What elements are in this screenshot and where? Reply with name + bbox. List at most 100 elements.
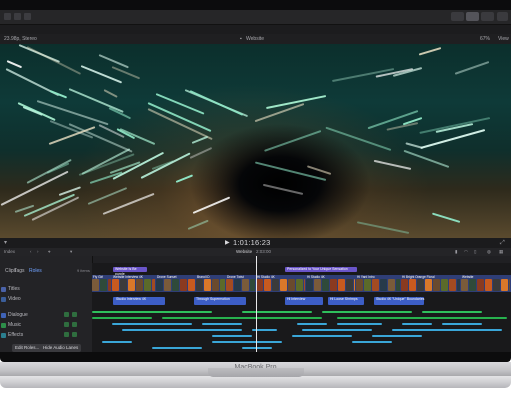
- audio-clip[interactable]: [442, 323, 482, 325]
- audio-clip[interactable]: [242, 311, 312, 313]
- snapping-icon[interactable]: ▯: [474, 248, 476, 256]
- audio-meter-icon[interactable]: ▮: [455, 248, 457, 256]
- storyline-clip[interactable]: Hi Studio 4K: [306, 275, 355, 292]
- clip-thumbnail: [180, 279, 187, 291]
- light-streak: [187, 219, 209, 231]
- primary-storyline[interactable]: Fly Girl Website Interview 4K Drone Sunset…: [92, 275, 511, 292]
- fullscreen-icon[interactable]: ⤢: [500, 238, 505, 248]
- hide-audio-lanes-button[interactable]: Hide Audio Lanes: [40, 344, 82, 352]
- audio-clip[interactable]: [102, 341, 132, 343]
- effects-lane-icon[interactable]: [72, 332, 77, 337]
- storyline-clip[interactable]: Drone Twist: [226, 275, 255, 292]
- playhead[interactable]: [256, 256, 257, 352]
- storyline-clip[interactable]: Hi Yard Intro: [356, 275, 400, 292]
- library-icon[interactable]: [4, 13, 11, 20]
- audio-clip[interactable]: [212, 335, 252, 337]
- light-streak: [119, 127, 155, 145]
- role-titles[interactable]: Titles: [8, 285, 20, 293]
- audio-clip[interactable]: [392, 329, 502, 331]
- index-button[interactable]: Index: [4, 248, 15, 256]
- headphones-icon[interactable]: ◠: [464, 248, 468, 256]
- audio-clip[interactable]: [337, 317, 507, 319]
- light-streak: [306, 164, 332, 175]
- photos-icon[interactable]: [14, 13, 21, 20]
- storyline-clip[interactable]: Website: [461, 275, 510, 292]
- audio-clip[interactable]: [112, 323, 192, 325]
- role-video[interactable]: Video: [8, 295, 21, 303]
- view-options-icon[interactable]: ▾: [4, 238, 7, 248]
- view-dropdown[interactable]: View: [498, 34, 509, 44]
- clip-thumbnail: [409, 279, 416, 291]
- clip-thumbnail: [372, 279, 379, 291]
- storyline-clip[interactable]: Website Interview 4K: [112, 275, 155, 292]
- effects-focus-icon[interactable]: [64, 332, 69, 337]
- audio-clip[interactable]: [422, 311, 482, 313]
- dialogue-focus-icon[interactable]: [64, 312, 69, 317]
- title-clip[interactable]: Website Is Be purple: [113, 267, 147, 276]
- audio-clip[interactable]: [402, 323, 432, 325]
- light-streak: [263, 130, 321, 153]
- audio-clip[interactable]: [297, 323, 327, 325]
- share-icon[interactable]: [497, 12, 508, 21]
- forward-icon[interactable]: ›: [37, 248, 39, 256]
- layout-icon[interactable]: [451, 12, 464, 21]
- clip-thumbnail: [485, 279, 492, 291]
- light-streak: [189, 147, 212, 160]
- dialogue-lane-icon[interactable]: [72, 312, 77, 317]
- storyline-clip[interactable]: Hi Studio 4K: [256, 275, 305, 292]
- audio-clip[interactable]: [292, 335, 352, 337]
- audio-clip[interactable]: [322, 311, 412, 313]
- clip-thumbnail: [314, 279, 321, 291]
- music-focus-icon[interactable]: [64, 322, 69, 327]
- clip-thumbnail: [204, 279, 211, 291]
- format-label: 23.98p, Stereo: [4, 36, 37, 42]
- tab-roles[interactable]: Roles: [29, 267, 42, 275]
- clip-thumbnail: [100, 279, 107, 291]
- audio-clip[interactable]: [92, 311, 212, 313]
- clip-thumbnail: [120, 279, 127, 291]
- audio-clip[interactable]: [372, 335, 422, 337]
- titles-icon[interactable]: [24, 13, 31, 20]
- audio-clip[interactable]: [162, 317, 322, 319]
- play-icon[interactable]: ▶: [225, 238, 230, 248]
- audio-clip[interactable]: [242, 347, 272, 349]
- storyline-clip[interactable]: Drone Sunset: [156, 275, 195, 292]
- storyline-clip[interactable]: Fly Girl: [92, 275, 111, 292]
- audio-clip[interactable]: [152, 347, 202, 349]
- role-dialogue[interactable]: Dialogue: [8, 311, 28, 319]
- audio-lanes[interactable]: [92, 309, 511, 352]
- inspector-icon[interactable]: [481, 12, 494, 21]
- timeline[interactable]: Website Is Be purple Personalized to You…: [92, 263, 511, 352]
- timecode-display: 1:01:16:23: [233, 238, 271, 247]
- audio-clip[interactable]: [302, 329, 372, 331]
- edit-roles-button[interactable]: Edit Roles...: [12, 344, 43, 352]
- audio-clip[interactable]: [92, 317, 152, 319]
- clip-thumbnail: [509, 279, 510, 291]
- audio-clip[interactable]: [352, 341, 392, 343]
- viewer-toggle-icon[interactable]: [466, 12, 479, 21]
- light-streak: [403, 149, 450, 168]
- music-lane-icon[interactable]: [72, 322, 77, 327]
- storyline-clip[interactable]: Brand ID: [196, 275, 225, 292]
- role-music[interactable]: Music: [8, 321, 21, 329]
- audio-clip[interactable]: [122, 329, 242, 331]
- clip-appearance-icon[interactable]: ◍: [487, 248, 491, 256]
- tool-select-icon[interactable]: ⌖: [48, 248, 51, 256]
- clip-thumbnail: [196, 279, 203, 291]
- clip-thumbnail: [469, 279, 476, 291]
- effects-browser-icon[interactable]: ▦: [499, 248, 503, 256]
- title-clip[interactable]: Personalized to Your Unique Sensation: [285, 267, 357, 272]
- clip-thumbnail: [156, 279, 163, 291]
- role-effects[interactable]: Effects: [8, 331, 23, 339]
- zoom-dropdown[interactable]: 67%: [480, 34, 490, 44]
- trim-icon[interactable]: ▾: [70, 248, 72, 256]
- audio-clip[interactable]: [337, 323, 382, 325]
- storyline-clip[interactable]: Hi Bright Orange Floral: [401, 275, 460, 292]
- tab-tags[interactable]: Tags: [14, 267, 25, 275]
- back-icon[interactable]: ‹: [30, 248, 32, 256]
- timeline-ruler[interactable]: [92, 256, 511, 263]
- light-streak: [68, 88, 124, 113]
- audio-clip[interactable]: [202, 323, 242, 325]
- clip-thumbnail: [212, 279, 219, 291]
- audio-clip[interactable]: [212, 341, 282, 343]
